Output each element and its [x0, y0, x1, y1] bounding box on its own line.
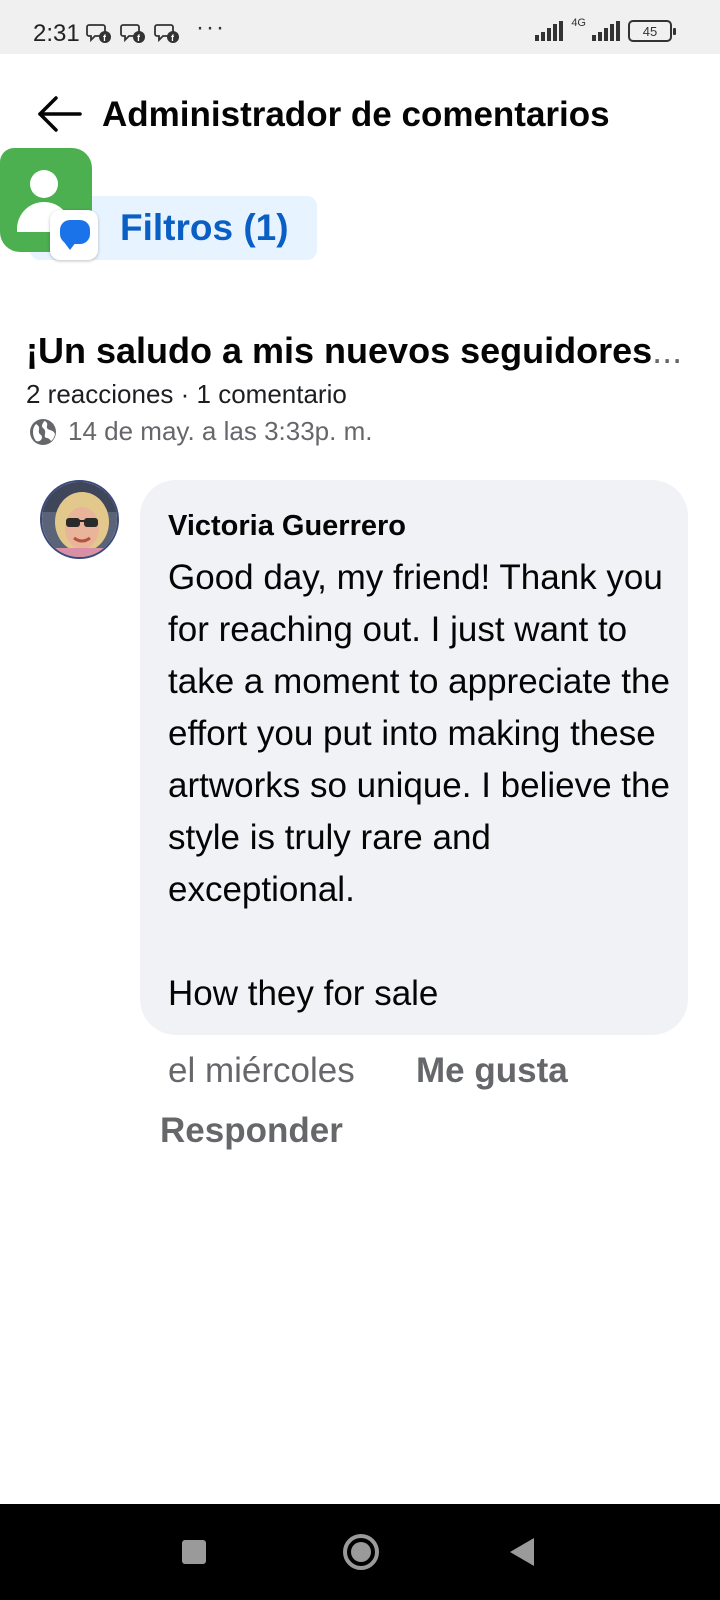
- post-title-text: ¡Un saludo a mis nuevos seguidores: [26, 330, 653, 371]
- post-stats: 2 reacciones · 1 comentario: [26, 379, 347, 409]
- status-time: 2:31: [33, 20, 80, 47]
- comment-author[interactable]: Victoria Guerrero: [168, 510, 406, 543]
- filter-label[interactable]: Filtros (1): [120, 207, 289, 249]
- messenger-facebook-icon: f: [86, 24, 111, 43]
- comment-text: Good day, my friend! Thank you for reach…: [168, 558, 670, 1013]
- notification-icons: f f f: [86, 21, 180, 45]
- message-icon: [50, 210, 98, 260]
- avatar[interactable]: [40, 480, 119, 559]
- recent-apps-icon[interactable]: [182, 1540, 206, 1564]
- battery-icon: 45: [628, 20, 676, 42]
- like-button[interactable]: Me gusta: [416, 1051, 568, 1091]
- page-title: Administrador de comentarios: [102, 95, 610, 134]
- comment-time: el miércoles: [168, 1051, 355, 1090]
- network-type: 4G: [571, 17, 586, 29]
- contact-head: [30, 170, 58, 198]
- status-right: 4G 45: [535, 17, 676, 42]
- more-notifications-icon: ···: [196, 14, 226, 41]
- cell-signal-icon: [592, 21, 620, 41]
- post-date: 14 de may. a las 3:33p. m.: [68, 416, 373, 446]
- post-title[interactable]: ¡Un saludo a mis nuevos seguidores...: [26, 330, 696, 372]
- post-title-ellipsis: ...: [652, 330, 683, 371]
- reply-button[interactable]: Responder: [160, 1111, 343, 1151]
- status-bar: 2:31 f f f ··· 4G 45: [0, 0, 720, 54]
- battery-level: 45: [642, 23, 658, 39]
- wifi-signal-icon: [535, 21, 564, 41]
- nav-back-icon[interactable]: [510, 1538, 534, 1566]
- message-bubble-shape: [60, 220, 90, 250]
- messenger-facebook-icon: f: [154, 24, 179, 43]
- globe-icon: [30, 418, 56, 445]
- home-icon[interactable]: [343, 1534, 379, 1570]
- messenger-facebook-icon: f: [120, 24, 145, 43]
- post-date-row: 14 de may. a las 3:33p. m.: [28, 416, 372, 447]
- back-arrow-icon[interactable]: [34, 94, 84, 134]
- avatar-photo: [42, 482, 117, 557]
